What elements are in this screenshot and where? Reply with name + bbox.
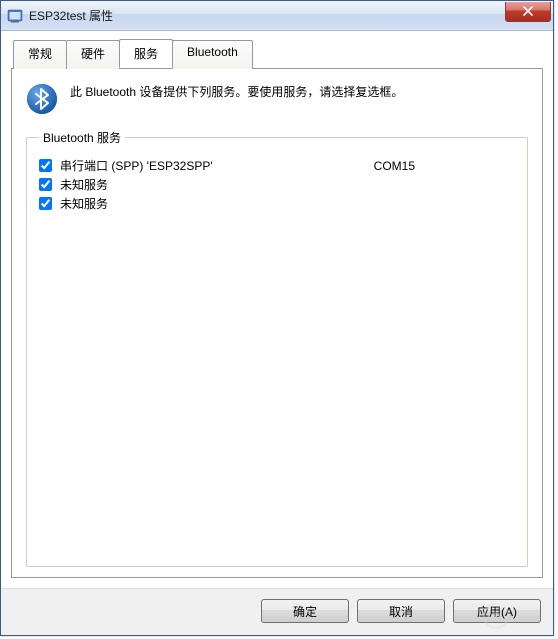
button-label: 确定 [293, 605, 317, 619]
tab-label: Bluetooth [187, 45, 238, 59]
tab-services[interactable]: 服务 [119, 39, 173, 68]
window-icon [7, 8, 23, 24]
service-row: 未知服务 [39, 194, 515, 213]
titlebar[interactable]: ESP32test 属性 [1, 1, 553, 31]
close-button[interactable] [505, 2, 551, 22]
tab-hardware[interactable]: 硬件 [66, 40, 120, 69]
tab-label: 常规 [28, 47, 52, 61]
services-groupbox: Bluetooth 服务 串行端口 (SPP) 'ESP32SPP' COM15… [26, 129, 528, 567]
tab-panel-services: 此 Bluetooth 设备提供下列服务。要使用服务，请选择复选框。 Bluet… [11, 68, 543, 578]
content-area: 常规 硬件 服务 Bluetooth [1, 31, 553, 588]
service-label: 未知服务 [60, 195, 108, 212]
service-label: 串行端口 (SPP) 'ESP32SPP' [60, 157, 213, 174]
intro-text: 此 Bluetooth 设备提供下列服务。要使用服务，请选择复选框。 [70, 83, 528, 102]
service-checkbox[interactable] [39, 178, 52, 191]
service-port: COM15 [374, 159, 515, 173]
button-label: 取消 [389, 605, 413, 619]
tab-label: 服务 [134, 47, 158, 61]
window-title: ESP32test 属性 [29, 7, 505, 24]
service-row: 串行端口 (SPP) 'ESP32SPP' COM15 [39, 156, 515, 175]
ok-button[interactable]: 确定 [261, 599, 349, 623]
service-checkbox[interactable] [39, 197, 52, 210]
cancel-button[interactable]: 取消 [357, 599, 445, 623]
service-checkbox[interactable] [39, 159, 52, 172]
service-label: 未知服务 [60, 176, 108, 193]
bluetooth-icon [26, 83, 58, 115]
dialog-button-row: 确定 取消 应用(A) [1, 588, 553, 635]
service-row: 未知服务 [39, 175, 515, 194]
properties-dialog: ESP32test 属性 常规 硬件 服务 Bluetooth [0, 0, 554, 636]
intro-row: 此 Bluetooth 设备提供下列服务。要使用服务，请选择复选框。 [26, 83, 528, 115]
tab-bluetooth[interactable]: Bluetooth [172, 40, 253, 69]
groupbox-title: Bluetooth 服务 [39, 129, 125, 146]
tabs-row: 常规 硬件 服务 Bluetooth [13, 39, 543, 68]
tab-general[interactable]: 常规 [13, 40, 67, 69]
tab-label: 硬件 [81, 47, 105, 61]
apply-button[interactable]: 应用(A) [453, 599, 541, 623]
button-label: 应用(A) [477, 605, 517, 619]
